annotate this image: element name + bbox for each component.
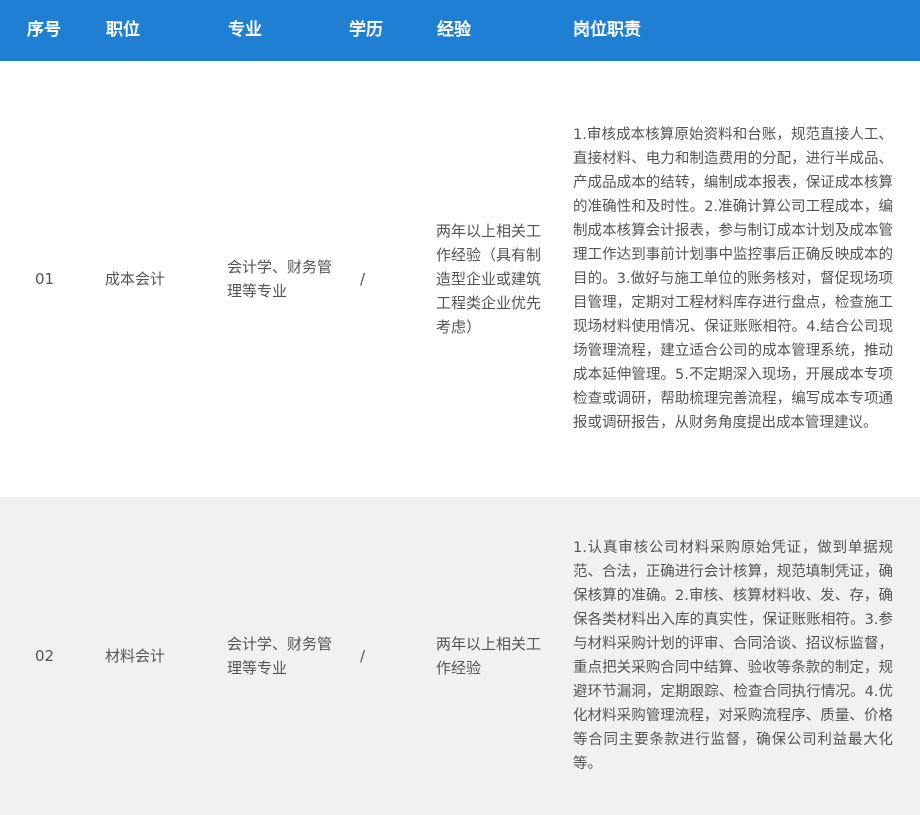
row-major-text: 会计学、财务管理等专业 [227, 258, 333, 300]
header-education: 学历 [349, 20, 383, 40]
cell-education: / [360, 61, 400, 497]
cell-title: 材料会计 [105, 497, 215, 815]
row-experience-text: 两年以上相关工作经验 [436, 635, 542, 677]
table-row: 01 成本会计 会计学、财务管理等专业 / 两年以上相关工作经验（具有制造型企业… [0, 61, 920, 497]
row-education-text: / [360, 647, 366, 665]
row-duties-text: 1.审核成本核算原始资料和台账，规范直接人工、直接材料、电力和制造费用的分配，进… [573, 127, 893, 431]
cell-duties: 1.认真审核公司材料采购原始凭证，做到单据规范、合法，正确进行会计核算，规范填制… [573, 497, 893, 815]
cell-major: 会计学、财务管理等专业 [227, 61, 337, 497]
table-header: 序号 职位 专业 学历 经验 岗位职责 [0, 0, 920, 61]
row-education-text: / [360, 270, 366, 288]
row-title-text: 材料会计 [105, 647, 166, 665]
row-duties-text: 1.认真审核公司材料采购原始凭证，做到单据规范、合法，正确进行会计核算，规范填制… [573, 540, 893, 772]
row-no-text: 01 [35, 270, 55, 288]
header-major: 专业 [228, 20, 262, 40]
header-title: 职位 [106, 20, 140, 40]
cell-major: 会计学、财务管理等专业 [227, 497, 337, 815]
cell-duties: 1.审核成本核算原始资料和台账，规范直接人工、直接材料、电力和制造费用的分配，进… [573, 61, 893, 497]
header-duties: 岗位职责 [573, 20, 641, 40]
header-no: 序号 [27, 20, 61, 40]
header-experience: 经验 [437, 20, 471, 40]
cell-title: 成本会计 [105, 61, 215, 497]
cell-education: / [360, 497, 400, 815]
row-no-text: 02 [35, 647, 55, 665]
cell-no: 01 [35, 61, 85, 497]
job-table: 序号 职位 专业 学历 经验 岗位职责 01 成本会计 会计学、财务管理等专业 … [0, 0, 920, 815]
cell-experience: 两年以上相关工作经验 [436, 497, 548, 815]
cell-experience: 两年以上相关工作经验（具有制造型企业或建筑工程类企业优先考虑） [436, 61, 548, 497]
row-major-text: 会计学、财务管理等专业 [227, 635, 333, 677]
row-title-text: 成本会计 [105, 270, 166, 288]
row-experience-text: 两年以上相关工作经验（具有制造型企业或建筑工程类企业优先考虑） [436, 222, 542, 336]
cell-no: 02 [35, 497, 85, 815]
table-row: 02 材料会计 会计学、财务管理等专业 / 两年以上相关工作经验 1.认真审核公… [0, 497, 920, 815]
